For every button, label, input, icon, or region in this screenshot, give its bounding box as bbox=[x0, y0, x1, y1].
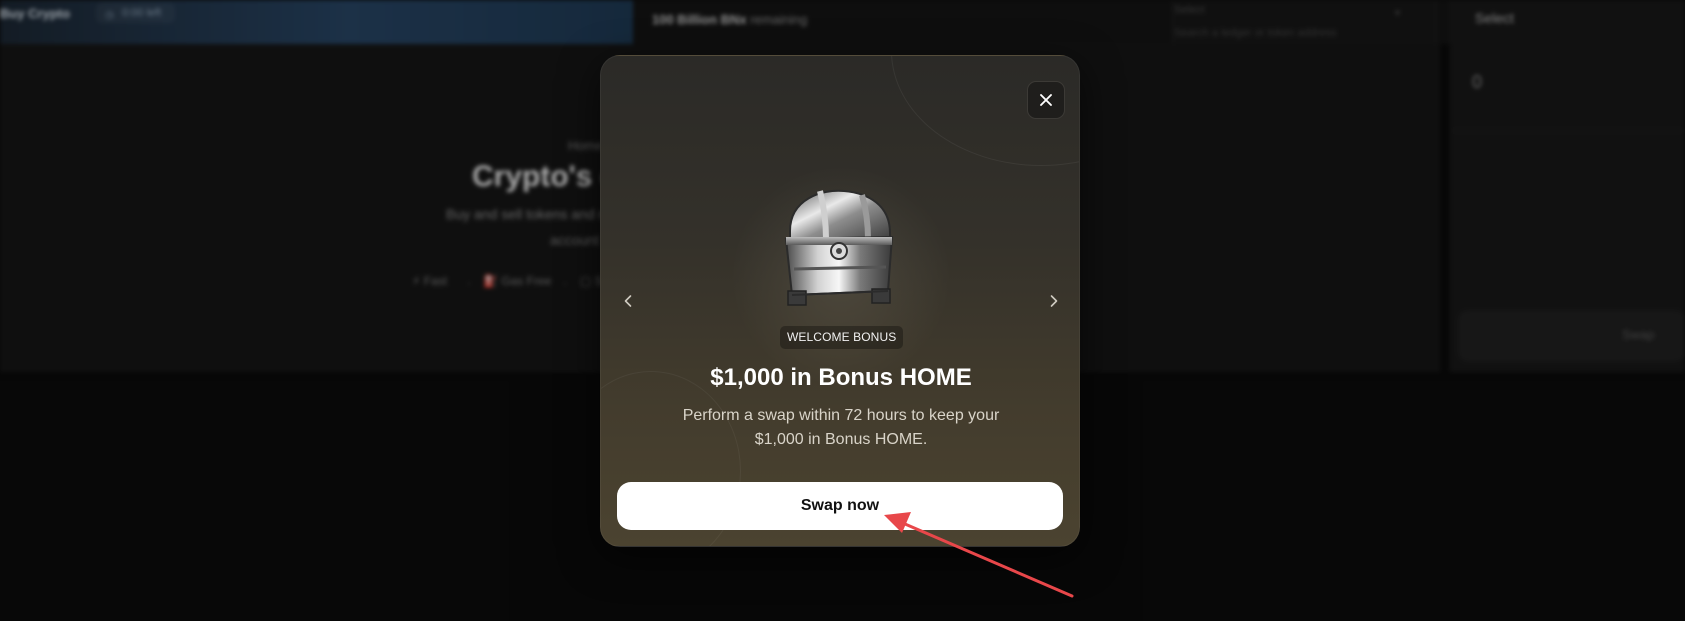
welcome-bonus-badge: WELCOME BONUS bbox=[780, 326, 904, 349]
close-button[interactable] bbox=[1027, 81, 1065, 119]
close-icon bbox=[1040, 94, 1052, 106]
chevron-right-icon bbox=[1050, 295, 1058, 307]
modal-description: Perform a swap within 72 hours to keep y… bbox=[682, 407, 1000, 448]
chevron-left-icon bbox=[624, 295, 632, 307]
swap-now-button[interactable]: Swap now bbox=[617, 482, 1063, 530]
modal-title: $1,000 in Bonus HOME bbox=[710, 364, 972, 391]
welcome-bonus-modal: WELCOME BONUS $1,000 in Bonus HOME Perfo… bbox=[600, 55, 1080, 547]
page: Buy Crypto ◷ 0:00 left 100 Billion BNx r… bbox=[0, 0, 1685, 621]
treasure-chest-icon bbox=[784, 189, 894, 306]
carousel-prev-button[interactable] bbox=[617, 290, 639, 312]
carousel-next-button[interactable] bbox=[1043, 290, 1065, 312]
